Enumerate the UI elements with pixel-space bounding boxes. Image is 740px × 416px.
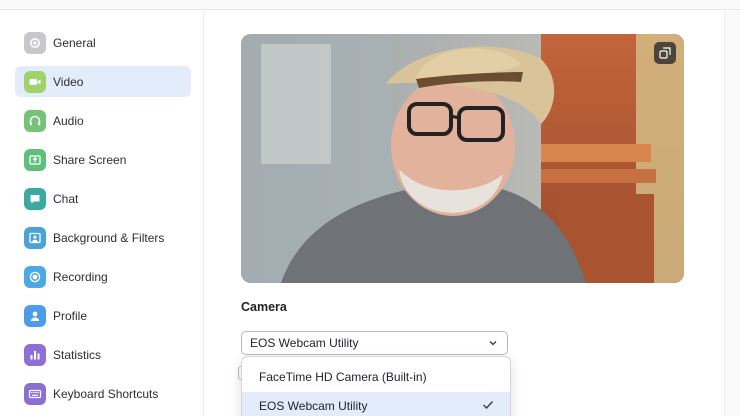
pip-button[interactable] (654, 42, 676, 64)
camera-select-value: EOS Webcam Utility (250, 336, 359, 350)
sidebar-item-audio[interactable]: Audio (15, 105, 191, 136)
sidebar-item-general[interactable]: General (15, 27, 191, 58)
settings-sidebar: General Video Audio Share Screen Chat Ba… (0, 11, 204, 416)
sidebar-item-label: General (53, 35, 96, 50)
bar-chart-icon (24, 343, 46, 366)
sidebar-item-statistics[interactable]: Statistics (15, 339, 191, 370)
headphones-icon (24, 109, 46, 132)
chevron-down-icon (489, 341, 497, 346)
gear-icon (24, 31, 46, 54)
camera-select[interactable]: EOS Webcam Utility (241, 331, 508, 355)
scrollbar[interactable] (724, 11, 740, 416)
video-settings-panel: Camera EOS Webcam Utility FaceTime HD Ca… (205, 11, 723, 416)
camera-option-facetime[interactable]: FaceTime HD Camera (Built-in) (242, 363, 510, 391)
option-label: FaceTime HD Camera (Built-in) (259, 370, 427, 384)
sidebar-item-label: Profile (53, 308, 88, 323)
keyboard-icon (24, 382, 46, 405)
camera-dropdown-menu: FaceTime HD Camera (Built-in) EOS Webcam… (241, 356, 511, 416)
checkmark-icon (483, 401, 494, 410)
sidebar-item-keyboard-shortcuts[interactable]: Keyboard Shortcuts (15, 378, 191, 409)
share-screen-icon (24, 148, 46, 171)
sidebar-item-label: Background & Filters (53, 230, 165, 245)
picture-in-picture-icon (659, 47, 671, 59)
sidebar-item-profile[interactable]: Profile (15, 300, 191, 331)
sidebar-item-chat[interactable]: Chat (15, 183, 191, 214)
camera-option-eos-webcam[interactable]: EOS Webcam Utility (242, 392, 510, 416)
sidebar-item-label: Chat (53, 191, 79, 206)
sidebar-item-background-filters[interactable]: Background & Filters (15, 222, 191, 253)
sidebar-item-label: Video (53, 74, 84, 89)
camera-preview-image (241, 34, 684, 283)
sidebar-item-label: Recording (53, 269, 108, 284)
sidebar-item-video[interactable]: Video (15, 66, 191, 97)
record-icon (24, 265, 46, 288)
sidebar-item-label: Statistics (53, 347, 102, 362)
background-image-icon (24, 226, 46, 249)
camera-section-label: Camera (241, 300, 287, 314)
sidebar-item-recording[interactable]: Recording (15, 261, 191, 292)
sidebar-item-label: Keyboard Shortcuts (53, 386, 159, 401)
chat-bubble-icon (24, 187, 46, 210)
sidebar-item-share-screen[interactable]: Share Screen (15, 144, 191, 175)
sidebar-item-label: Audio (53, 113, 84, 128)
person-icon (24, 304, 46, 327)
sidebar-item-label: Share Screen (53, 152, 127, 167)
option-label: EOS Webcam Utility (259, 399, 368, 413)
video-camera-icon (24, 70, 46, 93)
window-top-edge (0, 0, 740, 10)
video-preview (241, 34, 684, 283)
